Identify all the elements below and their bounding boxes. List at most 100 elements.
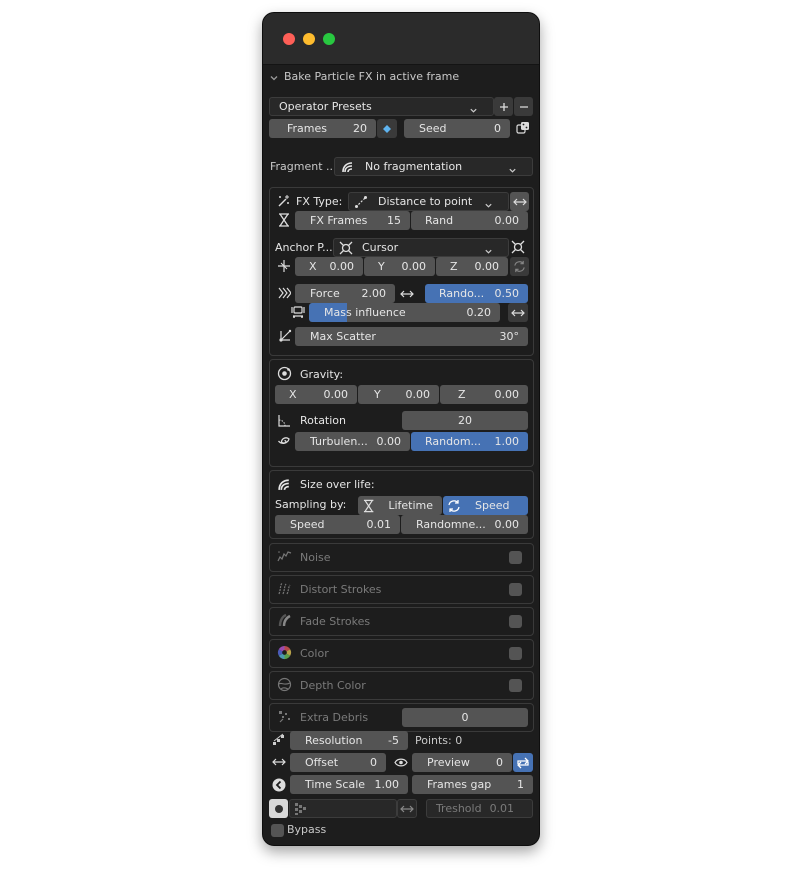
treshold-value: 0.01 bbox=[489, 802, 515, 815]
anchor-x-field[interactable]: X 0.00 bbox=[295, 257, 363, 276]
extra-debris-field[interactable]: 0 bbox=[402, 708, 528, 727]
close-button[interactable] bbox=[283, 33, 295, 45]
fade-strokes-checkbox[interactable] bbox=[509, 615, 522, 628]
force-random-field[interactable]: Rando... 0.50 bbox=[425, 284, 528, 303]
hourglass-icon bbox=[363, 499, 374, 512]
fragment-swirl-icon bbox=[342, 161, 353, 172]
anchor-x-value: 0.00 bbox=[329, 260, 355, 273]
fade-strokes-icon bbox=[277, 613, 292, 628]
offset-value: 0 bbox=[370, 756, 377, 769]
anchor-dropdown[interactable]: Cursor bbox=[333, 238, 509, 257]
force-random-label: Rando... bbox=[439, 287, 485, 300]
fx-type-dropdown[interactable]: Distance to point bbox=[348, 192, 509, 211]
refresh-icon bbox=[448, 499, 460, 512]
frames-label: Frames bbox=[287, 122, 328, 135]
force-field[interactable]: Force 2.00 bbox=[295, 284, 395, 303]
pattern-field[interactable] bbox=[289, 799, 397, 818]
turbulence-random-field[interactable]: Random... 1.00 bbox=[411, 432, 528, 451]
time-scale-icon bbox=[272, 778, 286, 792]
seed-field[interactable]: Seed 0 bbox=[404, 119, 510, 138]
scatter-icon bbox=[278, 329, 292, 343]
anchor-z-value: 0.00 bbox=[474, 260, 500, 273]
max-scatter-field[interactable]: Max Scatter 30° bbox=[295, 327, 528, 346]
operator-presets-dropdown[interactable]: Operator Presets bbox=[269, 97, 494, 116]
presets-label: Operator Presets bbox=[279, 100, 372, 113]
max-scatter-value: 30° bbox=[499, 330, 520, 343]
size-random-field[interactable]: Randomne... 0.00 bbox=[401, 515, 528, 534]
loop-preview-button[interactable] bbox=[513, 753, 533, 772]
distort-strokes-checkbox[interactable] bbox=[509, 583, 522, 596]
record-toggle-button[interactable] bbox=[269, 799, 288, 818]
cursor-icon bbox=[339, 241, 353, 254]
anchor-y-field[interactable]: Y 0.00 bbox=[364, 257, 435, 276]
mass-influence-slider[interactable]: Mass influence 0.20 bbox=[309, 303, 500, 322]
fx-frames-field[interactable]: FX Frames 15 bbox=[295, 211, 410, 230]
size-random-value: 0.00 bbox=[494, 518, 520, 531]
time-scale-value: 1.00 bbox=[374, 778, 400, 791]
anchor-z-field[interactable]: Z 0.00 bbox=[436, 257, 508, 276]
turbulence-label: Turbulen... bbox=[310, 435, 368, 448]
gravity-z-field[interactable]: Z 0.00 bbox=[440, 385, 528, 404]
resolution-field[interactable]: Resolution -5 bbox=[290, 731, 408, 750]
size-random-label: Randomne... bbox=[416, 518, 486, 531]
force-wave-icon bbox=[277, 286, 291, 300]
rotation-field[interactable]: 20 bbox=[402, 411, 528, 430]
mass-invert-button[interactable] bbox=[508, 303, 528, 322]
force-value: 2.00 bbox=[361, 287, 387, 300]
dice-icon[interactable] bbox=[516, 121, 530, 135]
gravity-y-field[interactable]: Y 0.00 bbox=[358, 385, 439, 404]
invert-direction-button[interactable] bbox=[510, 192, 529, 211]
reset-anchor-button[interactable] bbox=[510, 257, 529, 276]
sampling-lifetime-option[interactable]: Lifetime bbox=[358, 496, 442, 515]
bypass-checkbox[interactable] bbox=[271, 824, 284, 837]
seed-label: Seed bbox=[419, 122, 447, 135]
sampling-speed-option[interactable]: Speed bbox=[443, 496, 528, 515]
hourglass-icon bbox=[278, 213, 290, 227]
fragment-dropdown[interactable]: No fragmentation bbox=[334, 157, 533, 176]
sampling-label: Sampling by: bbox=[275, 498, 347, 511]
snap-cursor-icon[interactable] bbox=[511, 240, 525, 254]
rotation-label: Rotation bbox=[300, 414, 347, 427]
add-preset-button[interactable] bbox=[494, 97, 513, 116]
turbulence-swirl-icon bbox=[277, 433, 292, 448]
resolution-value: -5 bbox=[388, 734, 399, 747]
frames-field[interactable]: Frames 20 bbox=[269, 119, 376, 138]
panel-title: Bake Particle FX in active frame bbox=[284, 70, 460, 83]
size-over-life-title: Size over life: bbox=[300, 478, 375, 491]
pattern-invert-button[interactable] bbox=[397, 799, 417, 818]
gravity-x-field[interactable]: X 0.00 bbox=[275, 385, 357, 404]
noise-checkbox[interactable] bbox=[509, 551, 522, 564]
anchor-value: Cursor bbox=[362, 241, 399, 254]
plus-icon bbox=[499, 102, 508, 111]
speed-option-label: Speed bbox=[475, 499, 510, 512]
preview-value: 0 bbox=[496, 756, 503, 769]
eye-icon[interactable] bbox=[394, 757, 408, 768]
fx-type-label: FX Type: bbox=[296, 195, 343, 208]
keyframe-diamond-icon bbox=[383, 124, 391, 133]
points-count: Points: 0 bbox=[415, 734, 463, 747]
frames-gap-field[interactable]: Frames gap 1 bbox=[412, 775, 533, 794]
chevron-down-icon bbox=[508, 166, 517, 175]
extra-debris-label: Extra Debris bbox=[300, 711, 369, 724]
turbulence-field[interactable]: Turbulen... 0.00 bbox=[295, 432, 410, 451]
crosshair-icon bbox=[277, 259, 291, 273]
color-checkbox[interactable] bbox=[509, 647, 522, 660]
fx-frames-label: FX Frames bbox=[310, 214, 368, 227]
depth-color-checkbox[interactable] bbox=[509, 679, 522, 692]
max-scatter-label: Max Scatter bbox=[310, 330, 376, 343]
time-scale-field[interactable]: Time Scale 1.00 bbox=[290, 775, 408, 794]
zoom-button[interactable] bbox=[323, 33, 335, 45]
loop-icon bbox=[517, 757, 529, 768]
color-wheel-icon bbox=[277, 645, 292, 660]
collapse-chevron-icon[interactable] bbox=[269, 73, 279, 83]
offset-field[interactable]: Offset 0 bbox=[290, 753, 386, 772]
preview-field[interactable]: Preview 0 bbox=[412, 753, 512, 772]
treshold-field[interactable]: Treshold 0.01 bbox=[426, 799, 533, 818]
fx-rand-field[interactable]: Rand 0.00 bbox=[411, 211, 528, 230]
frames-gap-value: 1 bbox=[517, 778, 524, 791]
size-speed-field[interactable]: Speed 0.01 bbox=[275, 515, 400, 534]
keyframe-button[interactable] bbox=[377, 119, 397, 138]
force-invert-button[interactable] bbox=[397, 284, 417, 303]
remove-preset-button[interactable] bbox=[514, 97, 533, 116]
minimize-button[interactable] bbox=[303, 33, 315, 45]
